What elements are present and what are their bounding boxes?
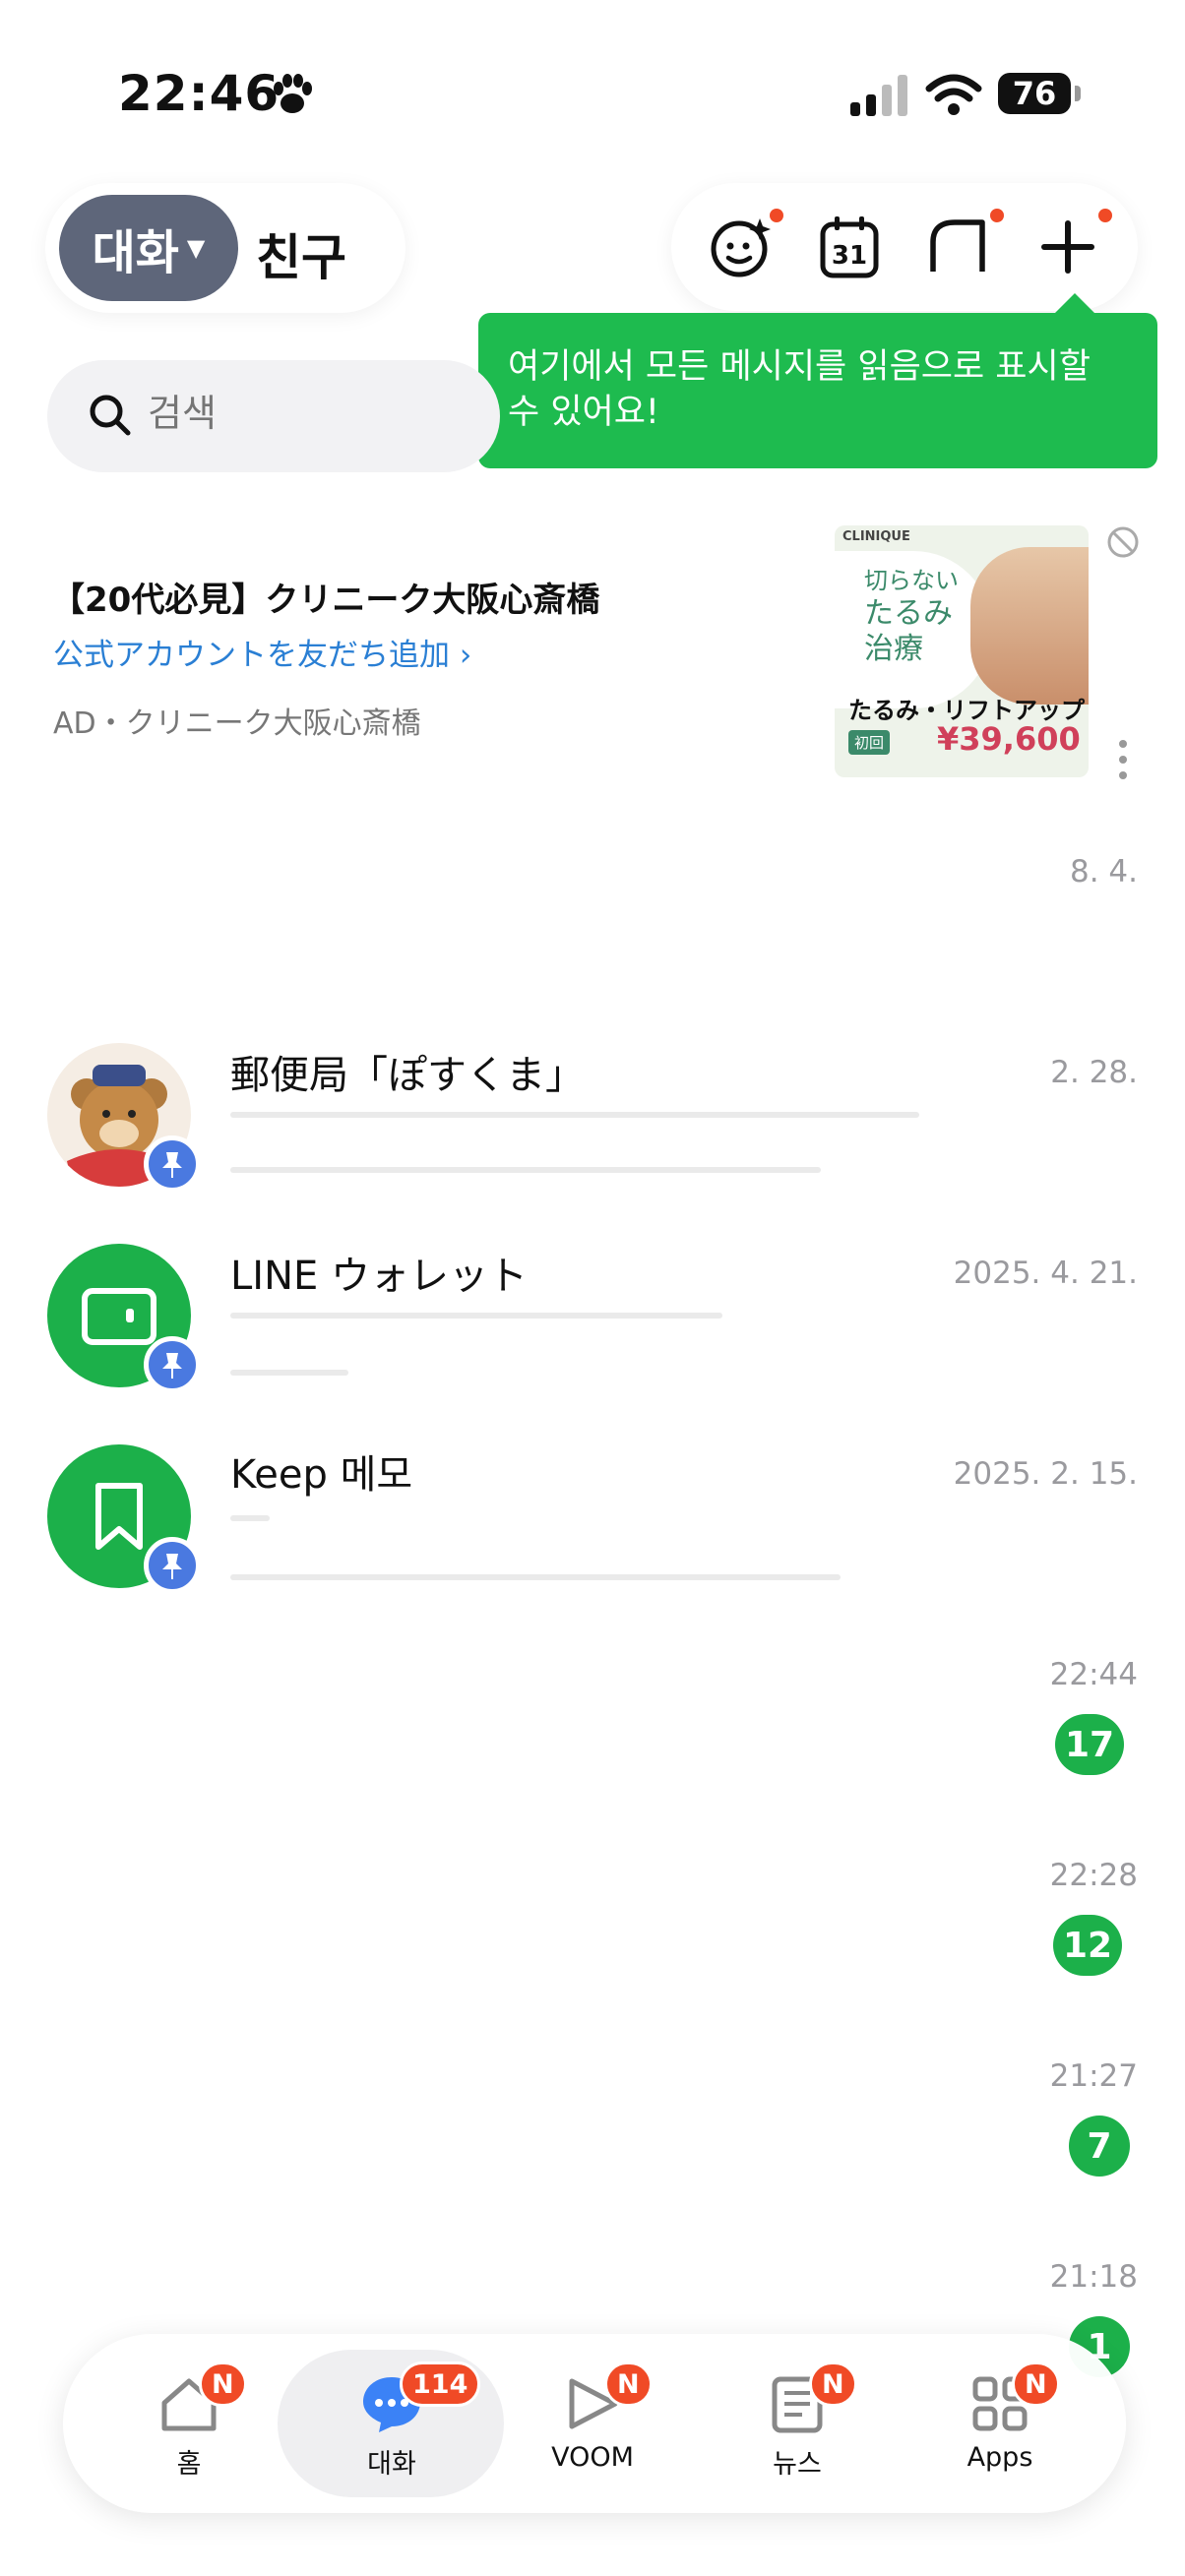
wifi-icon [925,74,982,115]
message-preview-redacted [230,1370,348,1376]
chat-name: 郵便局「ぽすくま」 [230,1053,585,1098]
ad-add-friend-link[interactable]: 公式アカウントを友だち追加 › [53,630,471,674]
unread-badge: 12 [1053,1915,1123,1976]
message-preview-redacted [230,1313,722,1319]
new-indicator-dot [1098,209,1112,222]
more-options-icon[interactable] [1108,738,1138,781]
new-indicator-dot [990,209,1004,222]
chat-time: 2. 28. [1050,1055,1138,1090]
pin-badge [144,1537,201,1594]
mark-all-read-tooltip[interactable]: 여기에서 모든 메시지를 읽음으로 표시할 수 있어요! [478,313,1157,468]
ad-image-line-3: 治療 [864,632,923,666]
nav-label: Apps [967,2442,1033,2473]
new-badge: N [809,2361,857,2407]
new-badge: N [1012,2361,1060,2407]
plus-icon[interactable] [1033,213,1102,281]
nav-label: 홈 [176,2449,202,2480]
ad-title[interactable]: 【20代必見】クリニーク大阪心斎橋 [51,573,599,621]
chat-time: 8. 4. [1069,854,1138,889]
tooltip-line-2: 수 있어요! [508,393,659,432]
chat-name: LINE ウォレット [230,1254,528,1299]
pin-badge [144,1336,201,1393]
chat-name: Keep 메모 [230,1452,413,1498]
ad-image-line-2: たるみ [864,596,953,631]
ad-image-tag: 初回 [848,730,891,755]
new-indicator-dot [770,209,783,222]
ad-image-brand: CLINIQUE [842,529,910,544]
chat-time: 22:44 [1049,1657,1138,1692]
svg-text:31: 31 [832,241,867,271]
caret-down-icon: ▼ [186,234,206,262]
new-badge: N [604,2361,653,2407]
chat-time: 2025. 4. 21. [953,1256,1138,1291]
ad-sponsor: AD・クリニーク大阪心斎橋 [53,706,421,741]
tooltip-line-1: 여기에서 모든 메시지를 읽음으로 표시할 [508,347,1091,387]
nav-label: VOOM [551,2442,634,2473]
open-chat-icon[interactable] [923,213,992,281]
chat-time: 21:18 [1049,2259,1138,2295]
pin-icon [162,1353,182,1379]
unread-badge: 7 [1069,2116,1130,2177]
search-icon [90,395,131,436]
cellular-signal-icon [850,75,907,116]
calendar-icon[interactable]: 31 [815,213,884,281]
new-badge: N [199,2361,247,2407]
pin-badge [144,1135,201,1193]
ai-face-icon[interactable] [707,213,776,281]
message-preview-redacted [230,1112,919,1118]
chat-time: 21:27 [1049,2058,1138,2094]
unread-count-badge: 114 [400,2361,481,2407]
ad-image[interactable]: CLINIQUE 切らない たるみ 治療 たるみ・リフトアップ 初回 ¥39,6… [835,525,1089,777]
status-time: 22:46 [118,65,281,122]
tab-chats[interactable]: 대화 ▼ [59,195,238,301]
battery-level: 76 [1012,75,1057,112]
chat-time: 2025. 2. 15. [953,1456,1138,1492]
paw-icon [274,74,312,113]
ad-image-model [970,547,1089,705]
tab-friends[interactable]: 친구 [256,218,346,289]
message-preview-redacted [230,1515,270,1521]
block-ad-icon[interactable] [1106,525,1140,559]
search-input[interactable] [148,392,443,435]
pin-icon [162,1554,182,1579]
pin-icon [162,1152,182,1178]
message-preview-redacted [230,1167,821,1173]
nav-label: 뉴스 [773,2449,822,2480]
ad-image-line-1: 切らない [864,567,959,594]
tab-chats-label: 대화 [92,225,179,280]
nav-label: 대화 [367,2449,416,2480]
chat-time: 22:28 [1049,1858,1138,1893]
ad-image-price: ¥39,600 [937,720,1081,758]
battery-indicator: 76 [998,73,1081,114]
tooltip-arrow [1053,293,1096,315]
message-preview-redacted [230,1574,841,1580]
unread-badge: 17 [1055,1714,1125,1775]
